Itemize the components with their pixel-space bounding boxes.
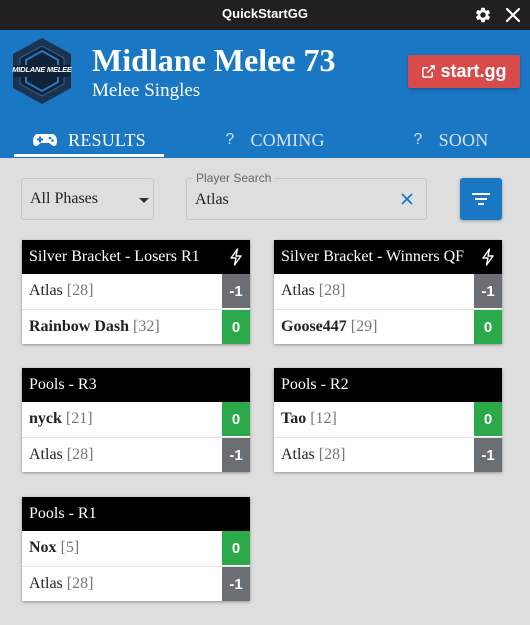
entrant-name: Nox [5] [29, 539, 80, 556]
logo-text: MIDLANE MELEE [12, 65, 72, 74]
entrant-row: Atlas [28] -1 [22, 437, 250, 472]
active-tab-indicator [14, 154, 164, 157]
player-search-field[interactable]: Player Search Atlas [186, 171, 427, 220]
entrant-seed: [12] [310, 410, 337, 427]
entrant-seed: [28] [66, 282, 94, 299]
entrant-name: Goose447 [29] [281, 318, 378, 335]
entrant-row: Atlas [28] -1 [274, 437, 502, 472]
filter-button[interactable] [460, 178, 502, 220]
score-badge: -1 [222, 438, 250, 472]
set-card[interactable]: Pools - R3 nyck [21] 0 Atlas [28] -1 [22, 368, 250, 472]
tab-coming[interactable]: ? COMING [210, 122, 340, 158]
score-badge: 0 [474, 402, 502, 436]
set-card[interactable]: Pools - R2 Tao [12] 0 Atlas [28] -1 [274, 368, 502, 472]
entrant-row: Atlas [28] -1 [274, 274, 502, 309]
entrant-row: Atlas [28] -1 [22, 566, 250, 601]
entrant-name: Atlas [28] [29, 446, 94, 463]
score-badge: 0 [222, 531, 250, 565]
entrant-seed: [32] [133, 318, 160, 335]
unknown-icon: ? [225, 131, 235, 148]
entrant-row: Rainbow Dash [32] 0 [22, 309, 250, 344]
entrant-row: Tao [12] 0 [274, 402, 502, 437]
set-title: Pools - R1 [29, 505, 97, 522]
entrant-seed: [28] [318, 446, 346, 463]
score-badge: -1 [222, 567, 250, 601]
results-panel: All Phases Player Search Atlas Silver Br… [0, 158, 530, 625]
phase-select-value: All Phases [30, 190, 98, 207]
entrant-name: Atlas [28] [281, 446, 346, 463]
set-card-header: Pools - R3 [22, 368, 250, 402]
external-link-icon [422, 65, 436, 78]
event-subtitle: Melee Singles [92, 80, 201, 101]
entrant-seed: [28] [66, 446, 94, 463]
gamepad-icon [33, 134, 58, 146]
entrant-name: Atlas [28] [29, 575, 94, 592]
entrant-row: nyck [21] 0 [22, 402, 250, 437]
entrant-seed: [29] [350, 318, 378, 335]
tab-soon-label: SOON [438, 129, 489, 150]
tab-results[interactable]: RESULTS [14, 122, 164, 158]
filter-icon [472, 193, 490, 205]
entrant-name: Atlas [28] [29, 282, 94, 299]
set-card[interactable]: Silver Bracket - Winners QF Atlas [28] -… [274, 240, 502, 344]
entrant-row: Atlas [28] -1 [22, 274, 250, 309]
score-badge: -1 [474, 438, 502, 472]
bolt-icon [482, 248, 494, 266]
set-card[interactable]: Pools - R1 Nox [5] 0 Atlas [28] -1 [22, 497, 250, 601]
set-card-header: Silver Bracket - Winners QF [274, 240, 502, 274]
entrant-seed: [28] [66, 575, 94, 592]
set-title: Silver Bracket - Losers R1 [29, 248, 200, 265]
set-title: Pools - R2 [281, 376, 349, 393]
set-card-header: Silver Bracket - Losers R1 [22, 240, 250, 274]
startgg-label: start.gg [440, 61, 507, 81]
close-icon[interactable] [505, 7, 521, 23]
phase-select[interactable]: All Phases [21, 178, 154, 220]
entrant-row: Goose447 [29] 0 [274, 309, 502, 344]
event-header: MIDLANE MELEE Midlane Melee 73 Melee Sin… [0, 30, 530, 158]
set-title: Silver Bracket - Winners QF [281, 248, 465, 265]
event-title: Midlane Melee 73 [92, 42, 336, 78]
entrant-name: nyck [21] [29, 410, 93, 427]
entrant-seed: [28] [318, 282, 346, 299]
entrant-seed: [21] [65, 410, 93, 427]
clear-icon[interactable] [401, 193, 413, 205]
tab-coming-label: COMING [250, 129, 325, 150]
unknown-icon: ? [413, 131, 423, 148]
window-titlebar: QuickStartGG [0, 0, 530, 30]
entrant-name: Tao [12] [281, 410, 337, 427]
score-badge: 0 [474, 310, 502, 344]
window-title: QuickStartGG [222, 6, 308, 21]
score-badge: 0 [222, 310, 250, 344]
player-search-label: Player Search [193, 171, 275, 185]
entrant-name: Rainbow Dash [32] [29, 318, 160, 335]
entrant-row: Nox [5] 0 [22, 531, 250, 566]
player-search-value[interactable]: Atlas [195, 191, 229, 209]
set-card[interactable]: Silver Bracket - Losers R1 Atlas [28] -1… [22, 240, 250, 344]
tab-results-label: RESULTS [68, 129, 146, 150]
tab-soon[interactable]: ? SOON [396, 122, 506, 158]
entrant-name: Atlas [28] [281, 282, 346, 299]
open-startgg-button[interactable]: start.gg [408, 55, 520, 88]
score-badge: -1 [474, 274, 502, 308]
set-title: Pools - R3 [29, 376, 97, 393]
score-badge: -1 [222, 274, 250, 308]
caret-down-icon [139, 198, 149, 203]
score-badge: 0 [222, 402, 250, 436]
entrant-seed: [5] [60, 539, 80, 556]
set-card-header: Pools - R1 [22, 497, 250, 531]
gear-icon[interactable] [474, 6, 492, 24]
set-card-header: Pools - R2 [274, 368, 502, 402]
bolt-icon [230, 248, 242, 266]
